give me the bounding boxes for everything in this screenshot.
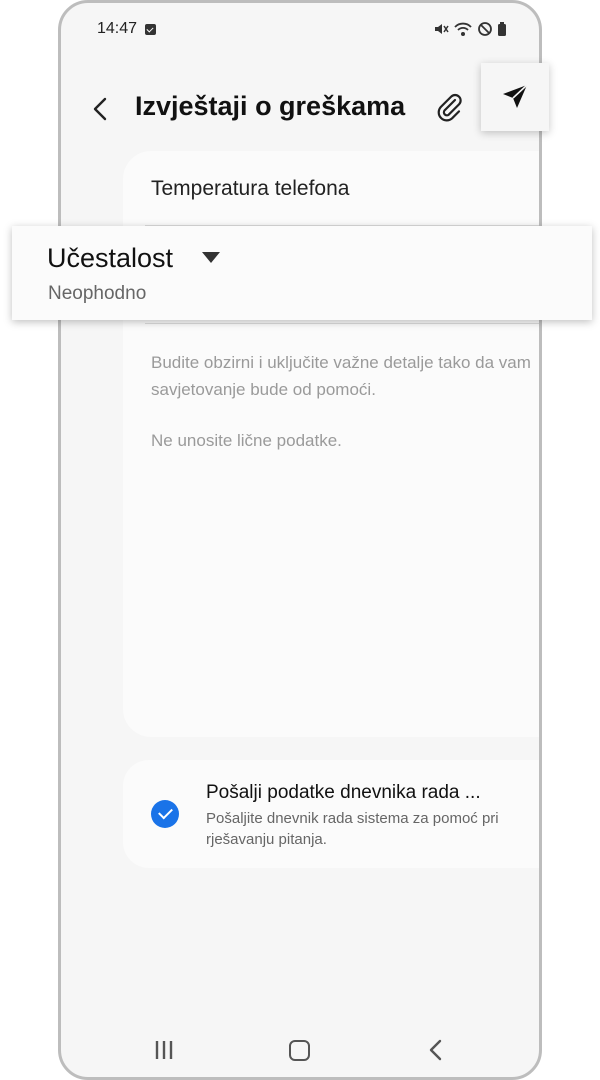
status-icons — [433, 21, 507, 37]
log-option-description: Pošaljite dnevnik rada sistema za pomoć … — [206, 810, 499, 848]
phone-frame: 14:47 Izvještaji o greškama Temperatura … — [58, 0, 542, 1080]
send-log-option[interactable]: Pošalji podatke dnevnika rada ... Pošalj… — [123, 760, 539, 868]
status-left: 14:47 — [97, 20, 157, 38]
send-icon — [503, 84, 528, 108]
subject-field[interactable]: Temperatura telefona — [151, 177, 349, 201]
back-icon[interactable] — [87, 95, 115, 123]
log-option-title: Pošalji podatke dnevnika rada ... — [206, 782, 481, 803]
status-time: 14:47 — [97, 20, 138, 37]
wifi-icon — [454, 22, 472, 36]
frequency-value: Neophodno — [48, 283, 147, 304]
no-disturb-icon — [478, 22, 492, 36]
send-button[interactable] — [481, 63, 549, 131]
attach-icon[interactable] — [433, 91, 465, 123]
description-hint[interactable]: Budite obzirni i uključite važne detalje… — [151, 349, 539, 403]
app-bar: Izvještaji o greškama — [61, 71, 539, 147]
check-notification-icon — [145, 23, 157, 35]
battery-icon — [498, 22, 506, 36]
frequency-dropdown[interactable]: Učestalost Neophodno — [12, 226, 592, 320]
nav-home-icon[interactable] — [289, 1040, 310, 1061]
dropdown-arrow-icon[interactable] — [202, 252, 220, 263]
page-title: Izvještaji o greškama — [135, 91, 406, 121]
frequency-label: Učestalost — [47, 243, 174, 273]
mute-icon — [435, 24, 449, 34]
navigation-bar — [61, 1033, 539, 1069]
status-bar: 14:47 — [61, 3, 539, 55]
log-checkbox[interactable] — [151, 800, 179, 828]
nav-recent-icon[interactable] — [153, 1039, 175, 1061]
privacy-hint: Ne unosite lične podatke. — [151, 431, 342, 450]
nav-back-icon[interactable] — [425, 1039, 447, 1061]
divider — [145, 323, 539, 324]
